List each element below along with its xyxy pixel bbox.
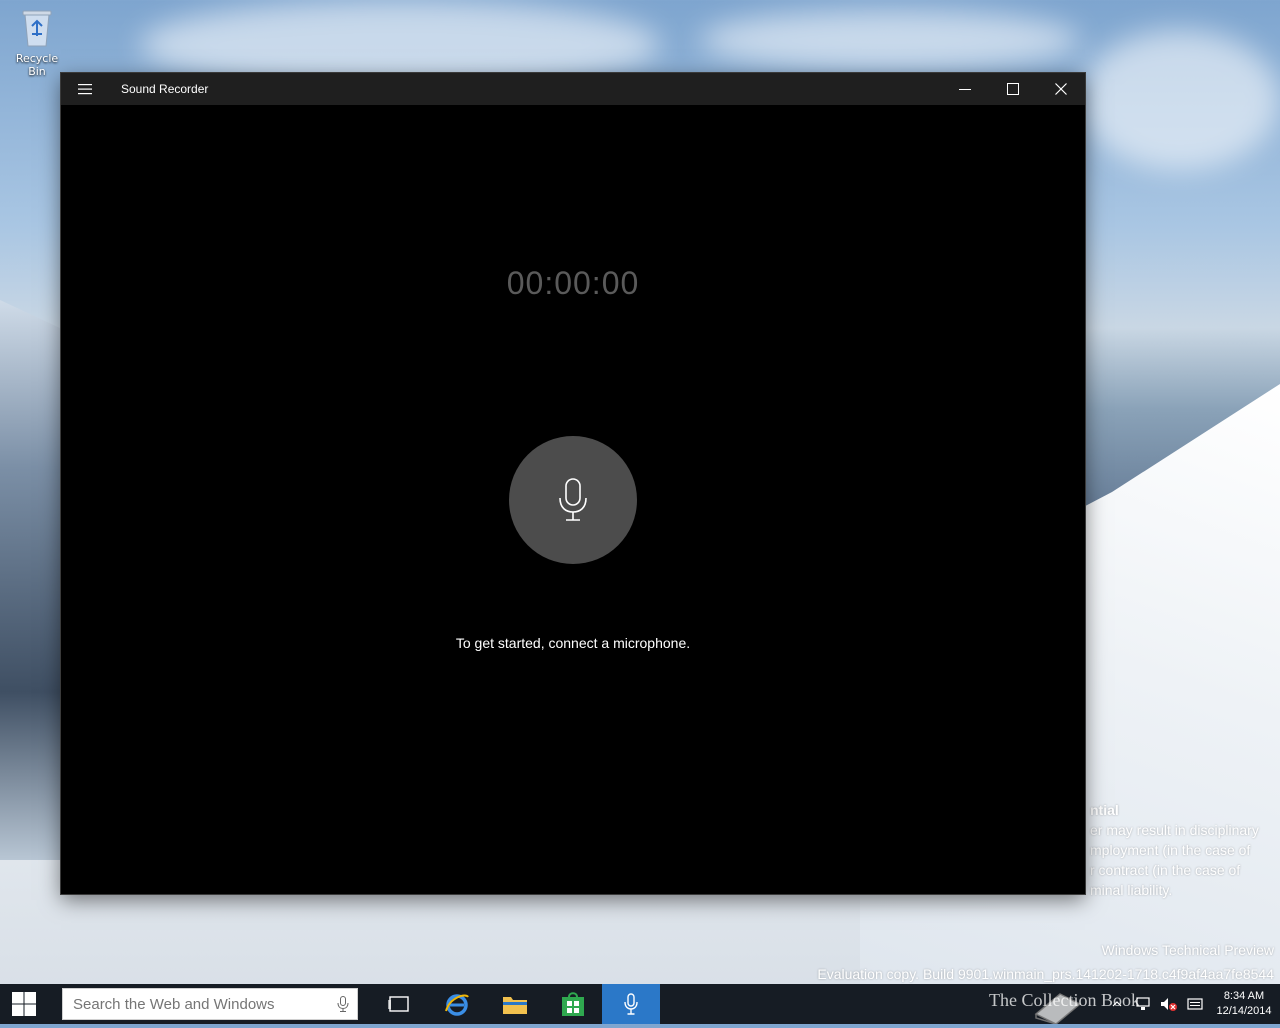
window-title: Sound Recorder (121, 82, 209, 96)
minimize-icon (959, 89, 971, 90)
recycle-bin-label: Recycle Bin (15, 52, 59, 78)
file-explorer-button[interactable] (486, 984, 544, 1024)
network-icon[interactable] (1130, 984, 1156, 1024)
record-button[interactable] (509, 436, 637, 564)
store-button[interactable] (544, 984, 602, 1024)
confidential-line: mployment (in the case of (1090, 842, 1251, 858)
confidential-line: r contract (in the case of (1090, 862, 1241, 878)
sound-recorder-taskbar-button[interactable] (602, 984, 660, 1024)
desktop-icon-recycle-bin[interactable]: Recycle Bin (6, 6, 68, 78)
internet-explorer-icon (445, 994, 469, 1016)
task-view-icon (388, 996, 409, 1012)
clock[interactable]: 8:34 AM 12/14/2014 (1208, 989, 1280, 1019)
system-tray: 8:34 AM 12/14/2014 (1104, 984, 1280, 1024)
search-box[interactable] (62, 988, 358, 1020)
maximize-icon (1007, 83, 1019, 95)
window-controls (941, 73, 1085, 105)
taskbar: The Collection Book 8:34 AM 12/14/2014 (0, 984, 1280, 1025)
action-center-icon[interactable] (1182, 984, 1208, 1024)
hamburger-menu-icon[interactable] (61, 73, 109, 105)
confidential-title: ntial (1090, 802, 1119, 818)
store-icon (562, 992, 584, 1016)
build-watermark: Evaluation copy. Build 9901.winmain_prs.… (817, 966, 1274, 982)
confidential-line: er may result in disciplinary (1090, 822, 1259, 838)
confidential-line: minal liability. (1090, 882, 1173, 898)
clock-time: 8:34 AM (1223, 990, 1265, 1002)
recycle-bin-icon (21, 6, 53, 48)
microphone-search-icon[interactable] (337, 996, 349, 1012)
sound-recorder-window: Sound Recorder 00:00:00 To get started, … (61, 73, 1085, 894)
microphone-icon (559, 478, 587, 521)
folder-icon (503, 997, 527, 1014)
start-button[interactable] (0, 984, 48, 1024)
maximize-button[interactable] (989, 73, 1037, 105)
close-icon (1055, 83, 1067, 95)
cloud (700, 10, 1080, 70)
show-hidden-icons-chevron-icon[interactable] (1104, 984, 1130, 1024)
connect-microphone-message: To get started, connect a microphone. (455, 635, 691, 651)
title-bar[interactable]: Sound Recorder (61, 73, 1085, 105)
edition-watermark: Windows Technical Preview (1101, 942, 1274, 958)
volume-muted-icon[interactable] (1156, 984, 1182, 1024)
close-button[interactable] (1037, 73, 1085, 105)
minimize-button[interactable] (941, 73, 989, 105)
microphone-icon (624, 993, 638, 1015)
recording-timer: 00:00:00 (506, 265, 640, 301)
task-view-button[interactable] (370, 984, 428, 1024)
confidential-watermark: ntial er may result in disciplinary mplo… (1090, 800, 1280, 900)
clock-date: 12/14/2014 (1216, 1005, 1272, 1017)
internet-explorer-button[interactable] (428, 984, 486, 1024)
windows-logo-icon (12, 992, 36, 1016)
search-input[interactable] (71, 994, 337, 1014)
cloud (1080, 30, 1280, 170)
